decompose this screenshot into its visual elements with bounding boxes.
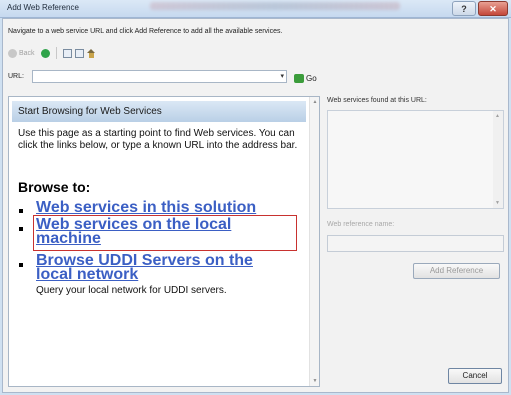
web-reference-name-label: Web reference name: — [327, 221, 395, 228]
stop-icon[interactable] — [62, 48, 72, 58]
chevron-down-icon[interactable]: ▾ — [280, 72, 284, 80]
scroll-up-icon[interactable]: ▲ — [311, 99, 319, 105]
browse-to-heading: Browse to: — [18, 179, 91, 195]
start-browsing-header: Start Browsing for Web Services — [12, 101, 306, 122]
scroll-up-icon[interactable]: ▲ — [495, 113, 500, 119]
bullet — [19, 263, 23, 267]
navigation-toolbar: Back — [8, 46, 96, 60]
uddi-description: Query your local network for UDDI server… — [36, 285, 227, 296]
services-found-scrollbar[interactable]: ▲ ▼ — [493, 111, 503, 208]
go-button[interactable]: Go — [294, 74, 317, 83]
web-browser-pane: Start Browsing for Web Services Use this… — [8, 96, 320, 387]
add-reference-button[interactable]: Add Reference — [413, 263, 500, 279]
toolbar-separator — [55, 47, 57, 59]
services-found-list[interactable]: ▲ ▼ — [327, 110, 504, 209]
services-found-label: Web services found at this URL: — [327, 97, 427, 104]
browser-scrollbar[interactable]: ▲ ▼ — [309, 97, 319, 386]
start-browsing-title: Start Browsing for Web Services — [18, 106, 162, 117]
scroll-down-icon[interactable]: ▼ — [311, 378, 319, 384]
highlight-box — [33, 215, 297, 251]
cancel-button[interactable]: Cancel — [448, 368, 502, 384]
instruction-text: Navigate to a web service URL and click … — [8, 28, 283, 35]
web-reference-name-input[interactable] — [327, 235, 504, 252]
scroll-down-icon[interactable]: ▼ — [495, 200, 500, 206]
intro-text: Use this page as a starting point to fin… — [18, 128, 298, 151]
link-browse-uddi-cont[interactable]: local network — [36, 267, 138, 283]
back-button[interactable]: Back — [8, 48, 35, 58]
back-label: Back — [19, 49, 35, 57]
link-web-services-in-solution[interactable]: Web services in this solution — [36, 200, 256, 216]
blurred-background-text — [150, 2, 400, 10]
help-button[interactable]: ? — [452, 1, 476, 16]
forward-button[interactable] — [40, 48, 50, 58]
close-button[interactable]: ✕ — [478, 1, 508, 16]
url-input[interactable]: ▾ — [32, 70, 287, 83]
back-arrow-icon — [8, 48, 17, 58]
refresh-icon[interactable] — [74, 48, 84, 58]
title-bar: Add Web Reference ? ✕ — [0, 0, 511, 18]
bullet — [19, 227, 23, 231]
url-label: URL: — [8, 73, 24, 80]
window-title: Add Web Reference — [7, 3, 79, 12]
home-icon[interactable] — [86, 48, 96, 58]
go-arrow-icon — [294, 74, 304, 83]
go-label: Go — [306, 74, 317, 83]
bullet — [19, 209, 23, 213]
